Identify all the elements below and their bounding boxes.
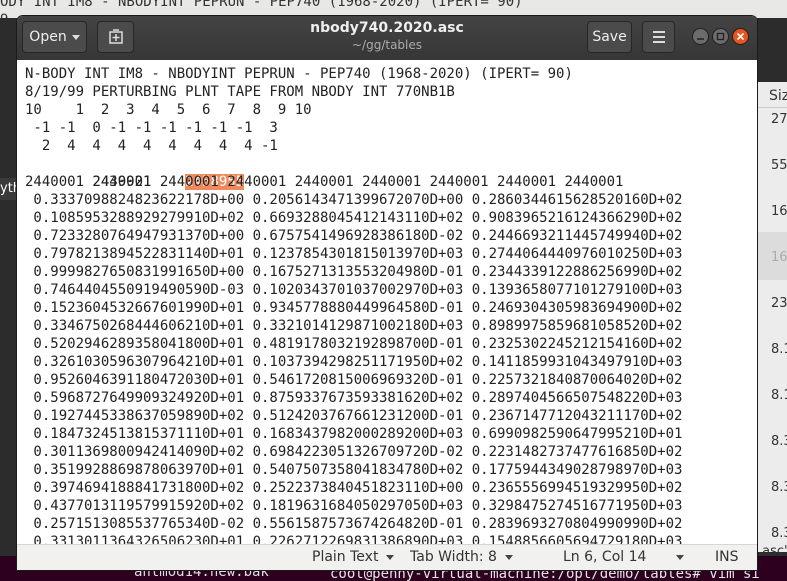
editor-line[interactable]: 0.5968727649909324920D+01 0.875933767359… [25, 389, 682, 407]
editor-line[interactable]: 2440001 2440001 2440001 2440001 2440001 … [25, 173, 623, 191]
tab-width-label: Tab Width: 8 [410, 549, 497, 565]
text-editor-area[interactable]: 2439921 2458955 N-BODY INT IM8 - NBODYIN… [17, 60, 757, 544]
language-label: Plain Text [312, 549, 379, 565]
minimize-button[interactable] [692, 28, 709, 45]
chevron-down-icon [676, 554, 685, 560]
editor-line[interactable]: 2 4 4 4 4 4 4 4 4 -1 [25, 137, 278, 155]
editor-line[interactable]: 0.7233280764947931370D+00 0.675754149692… [25, 227, 682, 245]
editor-line[interactable]: 0.3337098824823622178D+00 0.205614347139… [25, 191, 682, 209]
editor-line[interactable]: 0.7464404550919490590D-03 0.102034370103… [25, 281, 682, 299]
editor-line[interactable]: 0.7978213894522831140D+01 0.123785430181… [25, 245, 682, 263]
size-cell: 8.1 [771, 388, 787, 403]
maximize-button[interactable] [712, 28, 729, 45]
cursor-position-label: Ln 6, Col 14 [563, 549, 647, 565]
editor-line[interactable]: 0.1927445338637059890D+02 0.512420376766… [25, 407, 682, 425]
menu-icon [652, 41, 665, 43]
editor-line[interactable]: 0.1847324513815371110D+01 0.168343798200… [25, 425, 682, 443]
status-bar: Plain Text Tab Width: 8 Ln 6, Col 14 INS [17, 544, 757, 570]
gedit-window: Open nbody740.2020.asc ~/gg/tables Save [17, 16, 757, 570]
size-cell: 16 [771, 250, 787, 265]
editor-line[interactable]: 0.5202946289358041800D+01 0.481917803219… [25, 335, 682, 353]
size-cell: 27 [771, 112, 787, 127]
size-column-header[interactable]: Siz [757, 82, 787, 108]
editor-line[interactable]: 0.3313011364326506230D+01 0.226271226983… [25, 533, 682, 544]
menu-icon [652, 31, 665, 33]
tab-width-selector[interactable]: Tab Width: 8 [410, 549, 513, 565]
size-cell: 55 [771, 158, 787, 173]
editor-line[interactable]: 0.3519928869878063970D+01 0.540750735804… [25, 461, 682, 479]
editor-line[interactable]: -1 -1 0 -1 -1 -1 -1 -1 -1 3 [25, 119, 277, 137]
chevron-down-icon [386, 554, 395, 560]
size-cell: 8.1 [771, 342, 787, 357]
chevron-down-icon [504, 554, 513, 560]
close-button[interactable] [732, 28, 749, 45]
cursor-position-selector[interactable]: Ln 6, Col 14 [563, 549, 685, 565]
editor-line[interactable]: 0.2571513085537765340D-02 0.556158757367… [25, 515, 682, 533]
editor-line[interactable]: 10 1 2 3 4 5 6 7 8 9 10 [25, 101, 312, 119]
editor-line[interactable]: 0.3261030596307964210D+01 0.103739429825… [25, 353, 682, 371]
editor-line[interactable]: 0.4377013119579915920D+02 0.181963168405… [25, 497, 682, 515]
language-selector[interactable]: Plain Text [312, 549, 395, 565]
editor-line[interactable]: 0.9526046391180472030D+01 0.546172081500… [25, 371, 682, 389]
editor-line[interactable]: N-BODY INT IM8 - NBODYINT PEPRUN - PEP74… [25, 65, 573, 83]
save-button[interactable]: Save [587, 21, 632, 53]
background-top-num: 9 [0, 12, 8, 18]
editor-line[interactable]: 0.3346750268444606210D+01 0.332101412987… [25, 317, 682, 335]
menu-icon [652, 36, 665, 38]
minimize-icon [697, 38, 704, 40]
size-cell: 8.3 [771, 434, 787, 449]
editor-line[interactable]: 0.3011369800942414090D+02 0.698422305132… [25, 443, 682, 461]
size-cell: 16 [771, 204, 787, 219]
size-cell: 8.3 [771, 480, 787, 495]
maximize-icon [716, 32, 725, 41]
hamburger-menu-button[interactable] [642, 21, 675, 53]
editor-line[interactable]: 0.3974694188841731800D+02 0.252237384045… [25, 479, 682, 497]
background-top-text: ODY INT IM8 - NBODYINT PEPRUN - PEP740 (… [0, 0, 523, 10]
background-file-list: Siz 27 55 16 16 23 8.1 8.1 8.3 8.3 8.3 [757, 82, 787, 552]
background-file-suffix: .asc' [758, 544, 787, 559]
size-cell: 23 [771, 296, 787, 311]
editor-line[interactable]: 0.1085953288929279910D+02 0.669328804541… [25, 209, 682, 227]
size-cell: 8.3 [771, 526, 787, 541]
editor-line[interactable]: 8/19/99 PERTURBING PLNT TAPE FROM NBODY … [25, 83, 455, 101]
close-icon [736, 32, 745, 41]
editor-line[interactable]: 0.9999827650831991650D+00 0.167527131355… [25, 263, 682, 281]
header-bar: Open nbody740.2020.asc ~/gg/tables Save [17, 16, 757, 60]
editor-line[interactable]: 2439921 2458955 [25, 155, 245, 190]
insert-mode-indicator[interactable]: INS [715, 549, 739, 565]
insert-mode-label: INS [715, 549, 739, 565]
editor-line[interactable]: 0.1523604532667601990D+01 0.934577888044… [25, 299, 682, 317]
